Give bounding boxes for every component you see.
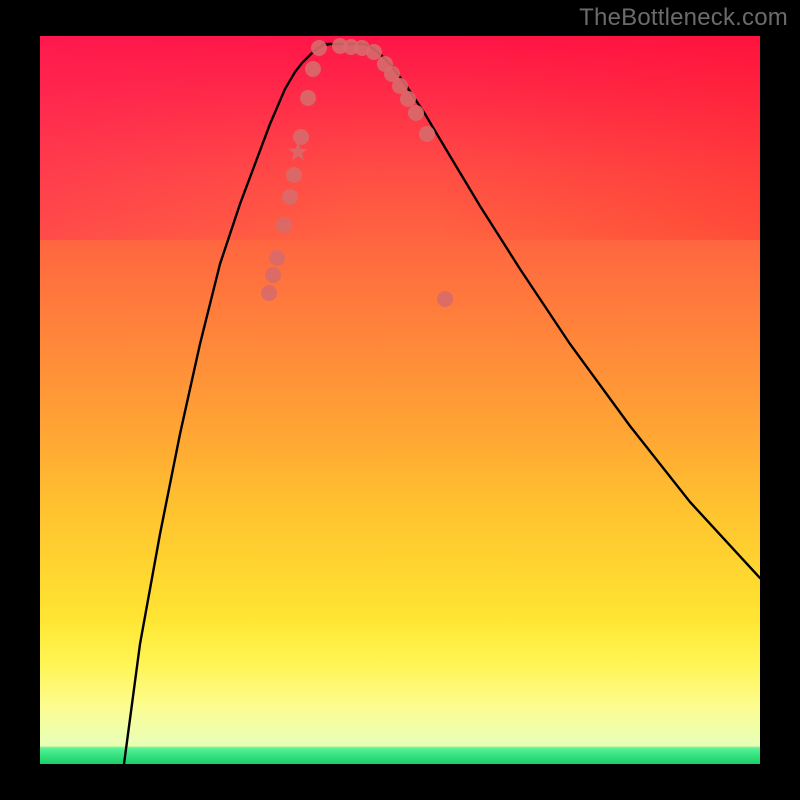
watermark-text: TheBottleneck.com	[579, 4, 788, 32]
plot-area	[40, 36, 760, 764]
data-dot	[269, 250, 285, 266]
data-dot	[419, 126, 435, 142]
data-dot	[311, 40, 327, 56]
left-star-marker	[289, 142, 308, 160]
data-dot	[400, 91, 416, 107]
data-dot	[305, 61, 321, 77]
right-outlier-dot	[437, 291, 453, 307]
right-dots	[332, 38, 435, 142]
data-dot	[282, 189, 298, 205]
chart-frame: TheBottleneck.com	[0, 0, 800, 800]
data-dot	[300, 90, 316, 106]
curve-layer	[40, 36, 760, 764]
data-dot	[408, 105, 424, 121]
data-dot	[261, 285, 277, 301]
star-icon	[289, 142, 308, 160]
data-dot	[293, 129, 309, 145]
left-dots	[261, 40, 327, 301]
right-curve	[365, 44, 760, 578]
data-dot	[265, 267, 281, 283]
data-dot	[286, 167, 302, 183]
data-dot	[366, 44, 382, 60]
data-dot	[276, 217, 292, 233]
